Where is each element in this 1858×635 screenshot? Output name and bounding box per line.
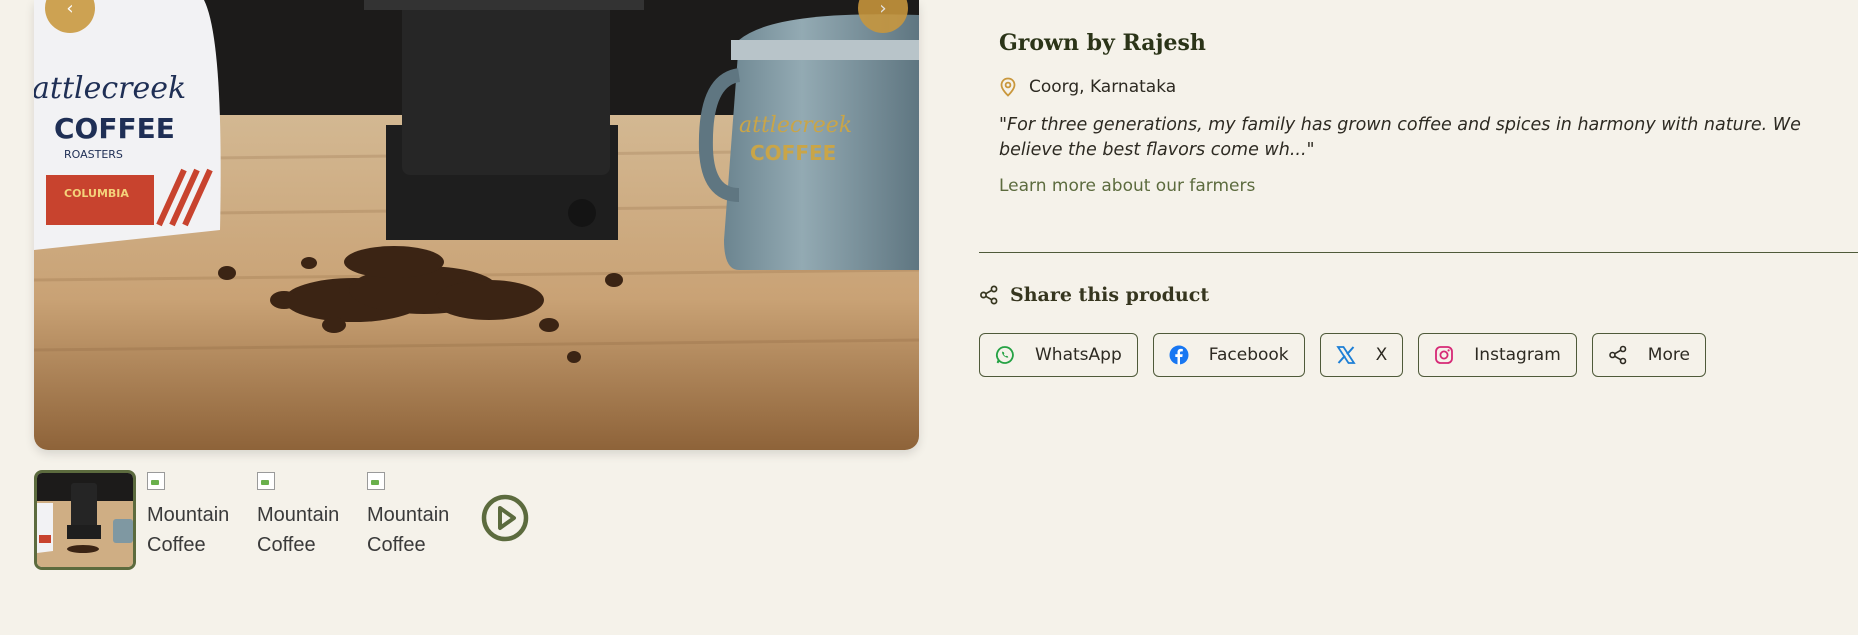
- farmer-title: Grown by Rajesh: [999, 30, 1206, 56]
- broken-image-icon: [367, 472, 385, 490]
- thumbnail-alt-text: Mountain Coffee Beans: [147, 504, 230, 566]
- share-buttons: WhatsApp Facebook X Instagram More: [979, 333, 1721, 377]
- svg-text:COLUMBIA: COLUMBIA: [64, 187, 129, 200]
- thumbnail-image[interactable]: Mountain Coffee Beans: [367, 470, 465, 566]
- svg-text:attlecreek: attlecreek: [34, 71, 186, 106]
- farmer-quote: "For three generations, my family has gr…: [999, 115, 1801, 160]
- share-more-button[interactable]: More: [1591, 333, 1706, 377]
- location-text: Coorg, Karnataka: [1029, 77, 1177, 97]
- broken-image-icon: [257, 472, 275, 490]
- share-whatsapp-button[interactable]: WhatsApp: [979, 333, 1138, 377]
- share-heading-text: Share this product: [1010, 284, 1210, 306]
- thumbnail-image[interactable]: Mountain Coffee Beans: [147, 470, 245, 566]
- x-icon: [1335, 344, 1357, 366]
- share-button-label: WhatsApp: [1035, 345, 1122, 365]
- share-instagram-button[interactable]: Instagram: [1418, 333, 1577, 377]
- share-button-label: X: [1375, 345, 1388, 365]
- facebook-icon: [1168, 344, 1190, 366]
- product-photo: attlecreek COFFEE ROASTERS COLUMBIA attl…: [34, 0, 919, 450]
- svg-text:attlecreek: attlecreek: [739, 113, 852, 138]
- svg-text:COFFEE: COFFEE: [54, 112, 175, 145]
- share-heading: Share this product: [979, 284, 1209, 306]
- svg-text:ROASTERS: ROASTERS: [64, 148, 123, 161]
- thumbnail-alt-text: Mountain Coffee Beans: [367, 504, 450, 566]
- thumbnail-image[interactable]: Mountain Coffee Beans: [257, 470, 355, 566]
- svg-text:COFFEE: COFFEE: [750, 141, 836, 165]
- thumbnail-image: [37, 473, 133, 567]
- instagram-icon: [1433, 344, 1455, 366]
- video-play-button[interactable]: [479, 492, 531, 544]
- share-button-label: More: [1647, 345, 1690, 365]
- farmer-location: Coorg, Karnataka: [999, 77, 1176, 97]
- map-pin-icon: [1000, 77, 1016, 97]
- share-facebook-button[interactable]: Facebook: [1152, 333, 1305, 377]
- chevron-right-icon: ›: [879, 0, 887, 19]
- share-x-button[interactable]: X: [1319, 333, 1404, 377]
- product-main-image: attlecreek COFFEE ROASTERS COLUMBIA attl…: [34, 0, 919, 450]
- thumbnail-alt-text: Mountain Coffee Beans: [257, 504, 340, 566]
- play-circle-icon: [481, 494, 529, 542]
- chevron-left-icon: ‹: [66, 0, 74, 19]
- share-button-label: Facebook: [1208, 345, 1289, 365]
- share-icon: [1607, 344, 1629, 366]
- share-icon: [980, 285, 998, 305]
- section-divider: [979, 252, 1858, 253]
- broken-image-icon: [147, 472, 165, 490]
- thumbnail-active[interactable]: [34, 470, 136, 570]
- learn-more-farmers-link[interactable]: Learn more about our farmers: [999, 176, 1255, 196]
- thumbnail-strip: Mountain Coffee Beans Mountain Coffee Be…: [34, 470, 531, 570]
- share-button-label: Instagram: [1474, 345, 1561, 365]
- whatsapp-icon: [994, 344, 1016, 366]
